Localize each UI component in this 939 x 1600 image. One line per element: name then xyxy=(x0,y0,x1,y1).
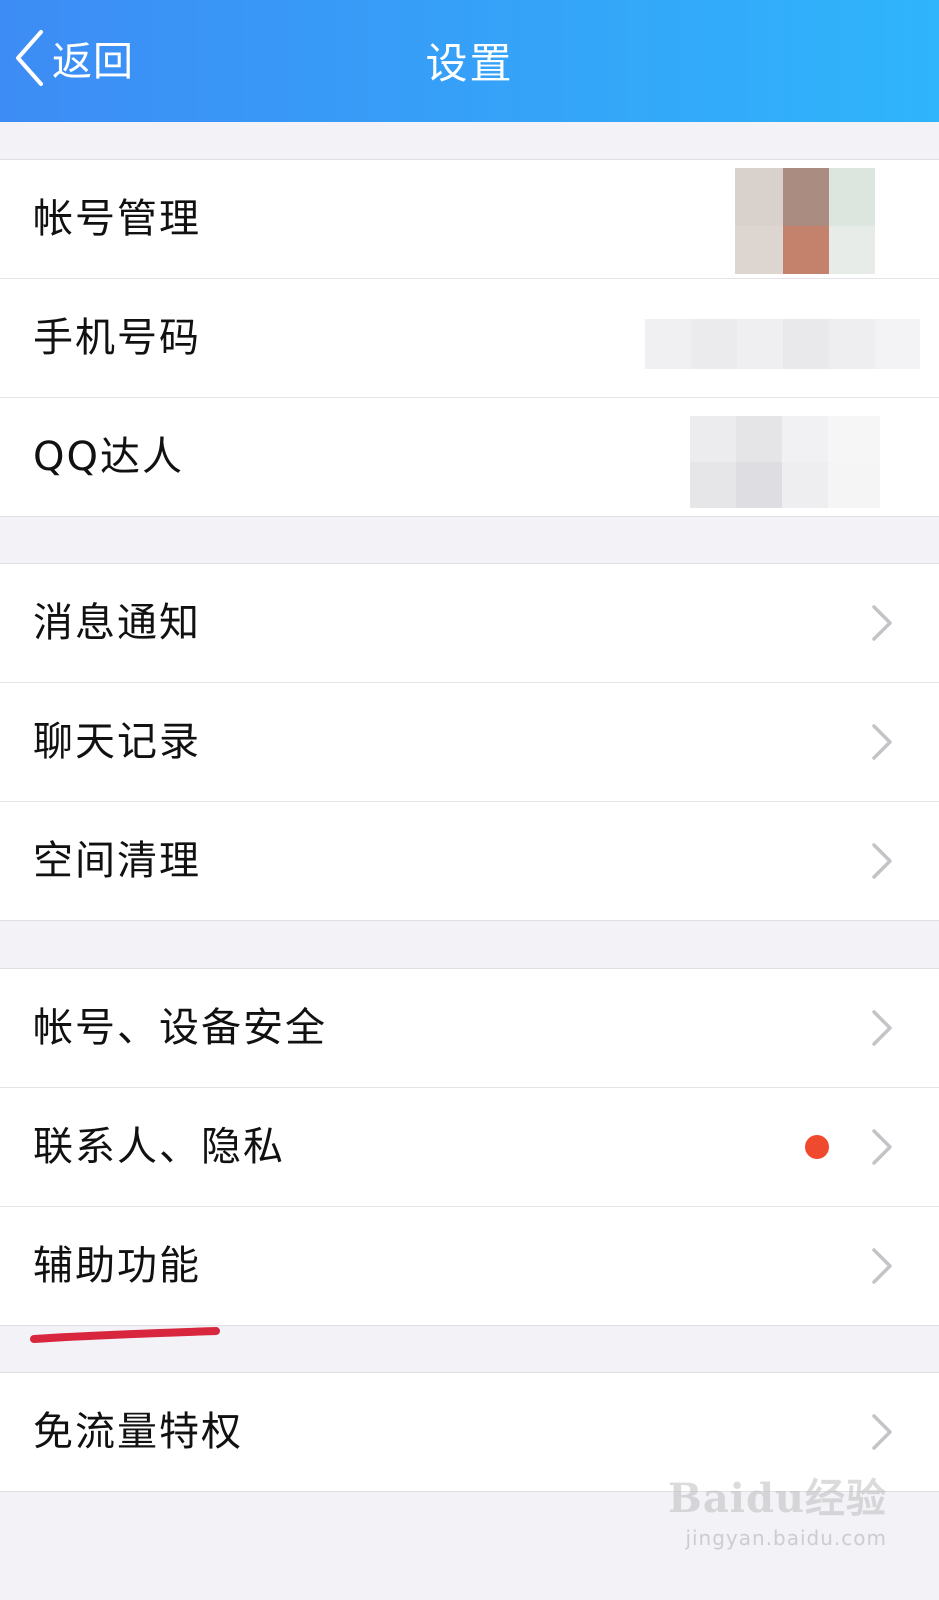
row-label: 帐号管理 xyxy=(33,196,201,242)
settings-row-chat-history[interactable]: 聊天记录 xyxy=(0,683,939,802)
row-label: 消息通知 xyxy=(33,600,201,646)
chevron-right-icon xyxy=(872,1414,892,1450)
row-label: 辅助功能 xyxy=(33,1243,201,1289)
red-dot-badge xyxy=(805,1135,829,1159)
row-label: 免流量特权 xyxy=(33,1409,243,1455)
chevron-right-icon xyxy=(872,1129,892,1165)
chevron-right-icon xyxy=(872,1248,892,1284)
page-title: 设置 xyxy=(425,39,514,88)
chevron-right-icon xyxy=(872,605,892,641)
row-label: 空间清理 xyxy=(33,838,201,884)
settings-row-phone-number[interactable]: 手机号码 xyxy=(0,279,939,398)
watermark-brand: Baidu经验 xyxy=(668,1475,887,1522)
baidu-jingyan-watermark: Baidu经验 jingyan.baidu.com xyxy=(668,1466,887,1550)
obscured-avatar xyxy=(735,168,875,274)
chevron-right-icon xyxy=(872,1010,892,1046)
settings-row-accessibility[interactable]: 辅助功能 xyxy=(0,1207,939,1325)
settings-row-qq-talent[interactable]: QQ达人 xyxy=(0,398,939,516)
row-label: 手机号码 xyxy=(33,315,201,361)
obscured-talent-value xyxy=(690,416,880,508)
row-label: 帐号、设备安全 xyxy=(33,1005,327,1051)
settings-row-account-management[interactable]: 帐号管理 xyxy=(0,160,939,279)
row-label: QQ达人 xyxy=(33,434,184,480)
row-label: 联系人、隐私 xyxy=(33,1124,285,1170)
nav-bar: 返回 设置 xyxy=(0,0,939,122)
settings-row-notifications[interactable]: 消息通知 xyxy=(0,564,939,683)
obscured-phone-value xyxy=(645,319,920,369)
annotation-underline xyxy=(30,1327,220,1343)
chevron-right-icon xyxy=(872,724,892,760)
row-label: 聊天记录 xyxy=(33,719,201,765)
general-settings-group: 消息通知 聊天记录 空间清理 xyxy=(0,563,939,921)
settings-row-contacts-privacy[interactable]: 联系人、隐私 xyxy=(0,1088,939,1207)
settings-row-storage-cleanup[interactable]: 空间清理 xyxy=(0,802,939,920)
security-privacy-group: 帐号、设备安全 联系人、隐私 辅助功能 xyxy=(0,968,939,1326)
account-info-group: 帐号管理 手机号码 QQ达人 xyxy=(0,159,939,517)
settings-row-account-device-security[interactable]: 帐号、设备安全 xyxy=(0,969,939,1088)
watermark-url: jingyan.baidu.com xyxy=(685,1526,887,1550)
chevron-right-icon xyxy=(872,843,892,879)
